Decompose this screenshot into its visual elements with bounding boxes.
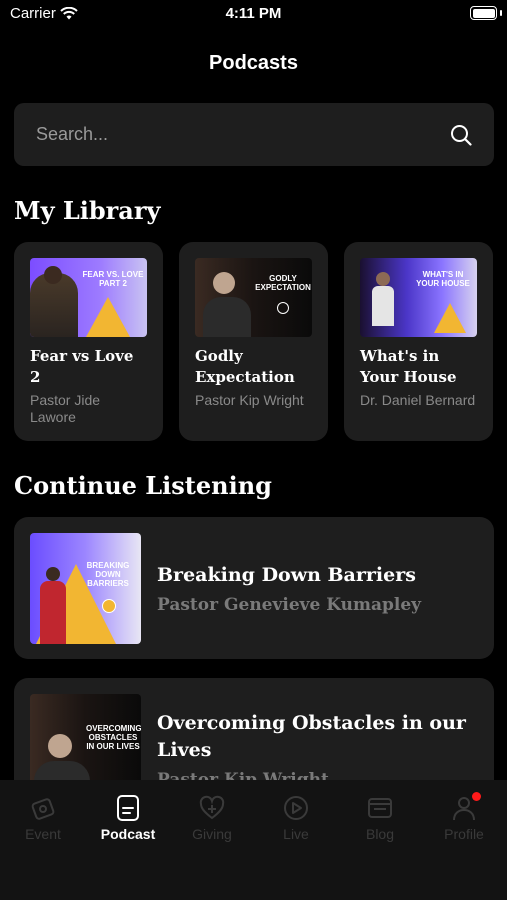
search-placeholder: Search... [36,124,109,144]
blog-icon [368,798,392,818]
tab-live[interactable]: Live [254,794,338,842]
continue-card-breaking-down-barriers[interactable]: BREAKING DOWN BARRIERS Breaking Down Bar… [14,517,494,659]
giving-icon [199,795,225,820]
tab-label: Podcast [100,826,156,842]
podcast-icon [117,795,139,821]
library-item-author: Pastor Jide Lawore [30,392,101,425]
continue-listening-heading: Continue Listening [14,471,272,500]
tab-event[interactable]: Event [1,794,85,842]
library-item-title: Fear vs Love 2 [30,347,134,386]
my-library-heading: My Library [14,196,161,225]
page-title: Podcasts [209,52,298,74]
continue-item-title: Breaking Down Barriers [157,563,416,586]
library-item-author: Dr. Daniel Bernard [360,392,476,408]
tab-giving[interactable]: Giving [170,794,254,842]
tab-label: Event [25,826,61,842]
tab-label: Live [283,826,309,842]
podcast-thumbnail: WHAT'S IN YOUR HOUSE [360,258,477,337]
library-card-fear-vs-love[interactable]: FEAR VS. LOVE PART 2 Fear vs Love 2 Past… [14,242,163,441]
thumbnail-caption: FEAR VS. LOVE PART 2 [82,270,144,288]
battery-icon [470,6,497,20]
library-item-author: Pastor Kip Wright [195,392,304,408]
tab-label: Giving [192,826,232,842]
tab-blog[interactable]: Blog [338,794,422,842]
podcast-thumbnail: FEAR VS. LOVE PART 2 [30,258,147,337]
search-icon[interactable] [450,124,472,146]
event-icon [31,798,55,820]
thumbnail-caption: GODLY EXPECTATION [255,274,311,292]
tab-profile[interactable]: Profile [422,792,506,842]
thumbnail-caption: WHAT'S IN YOUR HOUSE [416,270,470,288]
continue-item-author: Pastor Genevieve Kumapley [157,594,422,615]
library-card-godly-expectation[interactable]: GODLY EXPECTATION Godly Expectation Past… [179,242,328,441]
tab-label: Blog [365,826,395,842]
status-bar: Carrier 4:11 PM [0,0,507,30]
tab-podcast[interactable]: Podcast [86,794,170,842]
library-list: FEAR VS. LOVE PART 2 Fear vs Love 2 Past… [14,242,493,441]
podcast-thumbnail: BREAKING DOWN BARRIERS [30,532,141,644]
continue-item-title: Overcoming Obstacles in our Lives [157,712,466,761]
live-icon [284,796,308,820]
tab-bar: Event Podcast Giving Live Blog Profile [0,780,507,900]
status-time: 4:11 PM [225,5,282,22]
thumbnail-caption: OVERCOMING OBSTACLES IN OUR LIVES [86,724,141,751]
thumbnail-caption: BREAKING DOWN BARRIERS [86,560,130,588]
search-input[interactable]: Search... [14,103,494,166]
notification-badge [472,792,481,801]
library-card-whats-in-your-house[interactable]: WHAT'S IN YOUR HOUSE What's in Your Hous… [344,242,493,441]
library-item-title: Godly Expectation [195,347,295,386]
library-item-title: What's in Your House [360,347,457,386]
tab-label: Profile [444,826,484,842]
podcast-thumbnail: GODLY EXPECTATION [195,258,312,337]
